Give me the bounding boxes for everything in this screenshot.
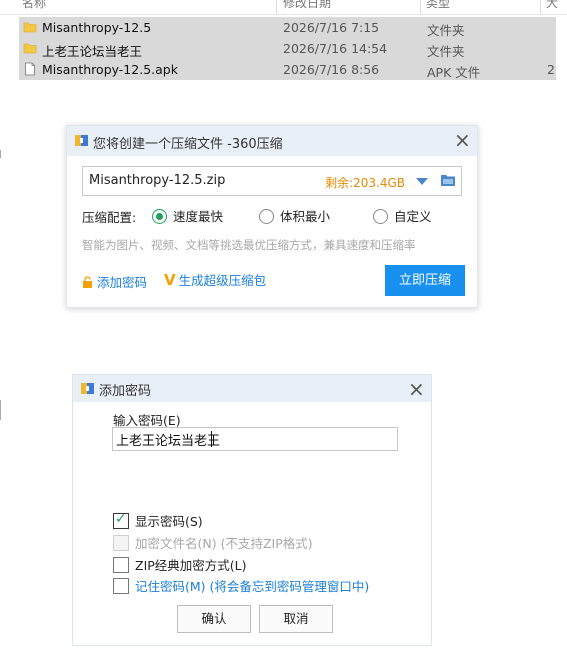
lock-icon — [83, 276, 92, 288]
checkbox-label: 记住密码(M) (将会备忘到密码管理窗口中) — [135, 579, 370, 594]
add-password-link[interactable]: 添加密码 — [82, 272, 147, 291]
compress-app-icon — [81, 383, 94, 394]
folder-icon — [23, 22, 37, 33]
column-divider[interactable] — [540, 0, 541, 14]
compress-config-label: 压缩配置: — [82, 210, 137, 225]
window-edge — [0, 400, 1, 420]
cancel-button[interactable]: 取消 — [259, 605, 333, 633]
dialog-titlebar[interactable]: 您将创建一个压缩文件 -360压缩 × — [67, 126, 477, 156]
file-date: 2026/7/16 7:15 — [283, 20, 380, 35]
radio-custom[interactable]: 自定义 — [373, 206, 432, 225]
encrypt-filename-checkbox[interactable]: 加密文件名(N) (不支持ZIP格式) — [113, 533, 313, 552]
filename-field[interactable]: Misanthropy-12.5.zip 剩余:203.4GB — [82, 166, 462, 196]
file-size: 2 — [547, 62, 555, 77]
column-divider[interactable] — [420, 0, 421, 14]
filename-value: Misanthropy-12.5.zip — [89, 173, 226, 188]
browse-folder-icon[interactable] — [440, 173, 456, 187]
remember-password-checkbox[interactable]: 记住密码(M) (将会备忘到密码管理窗口中) — [113, 576, 369, 595]
check-icon: ✓ — [115, 511, 127, 527]
compress-dialog: 您将创建一个压缩文件 -360压缩 × Misanthropy-12.5.zip… — [66, 125, 478, 308]
password-value: 上老王论坛当老王 — [116, 434, 221, 449]
checkbox[interactable] — [113, 578, 129, 594]
checkbox-label: ZIP经典加密方式(L) — [135, 558, 247, 573]
file-date: 2026/7/16 14:54 — [283, 41, 388, 56]
file-name: 上老王论坛当老王 — [42, 44, 143, 59]
checkbox[interactable] — [113, 535, 129, 551]
file-row[interactable]: 上老王论坛当老王 2026/7/16 14:54 文件夹 — [19, 38, 556, 59]
checkbox[interactable] — [113, 557, 129, 573]
vip-icon: V — [164, 271, 176, 289]
dialog-title: 您将创建一个压缩文件 -360压缩 — [93, 137, 283, 152]
file-type: APK 文件 — [427, 65, 481, 80]
radio-label: 体积最小 — [280, 209, 331, 224]
super-compress-link[interactable]: V 生成超级压缩包 — [164, 270, 266, 289]
file-row[interactable]: Misanthropy-12.5.apk 2026/7/16 8:56 APK … — [19, 59, 556, 80]
compress-now-button[interactable]: 立即压缩 — [385, 265, 465, 296]
file-name: Misanthropy-12.5.apk — [42, 62, 178, 77]
column-date[interactable]: 修改日期 — [283, 0, 331, 11]
close-icon[interactable]: × — [454, 130, 471, 150]
file-type: 文件夹 — [427, 23, 465, 38]
checkbox-label: 加密文件名(N) (不支持ZIP格式) — [135, 536, 313, 551]
column-size[interactable]: 大 — [546, 0, 558, 11]
add-password-dialog: 添加密码 × 输入密码(E) 上老王论坛当老王 ✓ 显示密码(S) 加密文件名(N… — [72, 374, 432, 646]
file-type: 文件夹 — [427, 44, 465, 59]
file-list-header: 名称 修改日期 类型 大 — [0, 0, 567, 15]
show-password-checkbox[interactable]: ✓ 显示密码(S) — [113, 511, 203, 530]
file-name: Misanthropy-12.5 — [42, 20, 152, 35]
compress-app-icon — [75, 135, 88, 146]
dialog-title: 添加密码 — [99, 384, 152, 399]
dialog-titlebar[interactable]: 添加密码 × — [73, 375, 431, 402]
zip-classic-encryption-checkbox[interactable]: ZIP经典加密方式(L) — [113, 555, 247, 574]
column-type[interactable]: 类型 — [426, 0, 450, 11]
radio-label: 速度最快 — [173, 209, 224, 224]
file-icon — [25, 62, 35, 76]
free-space-label: 剩余:203.4GB — [325, 176, 405, 190]
super-compress-label: 生成超级压缩包 — [178, 273, 267, 288]
folder-icon — [23, 43, 37, 54]
radio-button[interactable] — [259, 209, 274, 224]
column-name[interactable]: 名称 — [22, 0, 46, 11]
window-edge — [0, 150, 1, 158]
radio-smallest[interactable]: 体积最小 — [259, 206, 330, 225]
radio-button[interactable] — [152, 209, 167, 224]
checkbox-label: 显示密码(S) — [135, 514, 203, 529]
checkbox[interactable]: ✓ — [113, 511, 129, 529]
confirm-button[interactable]: 确认 — [177, 605, 251, 633]
compress-hint: 智能为图片、视频、文档等挑选最优压缩方式，兼具速度和压缩率 — [82, 238, 416, 252]
radio-fastest[interactable]: 速度最快 — [152, 206, 223, 225]
text-caret — [211, 431, 212, 447]
add-password-label: 添加密码 — [97, 275, 148, 290]
file-row[interactable]: Misanthropy-12.5 2026/7/16 7:15 文件夹 — [19, 17, 556, 38]
password-input[interactable]: 上老王论坛当老王 — [112, 427, 398, 451]
chevron-down-icon[interactable] — [416, 178, 428, 185]
radio-button[interactable] — [373, 209, 388, 224]
file-date: 2026/7/16 8:56 — [283, 62, 380, 77]
radio-label: 自定义 — [394, 209, 432, 224]
close-icon[interactable]: × — [408, 379, 425, 399]
column-divider[interactable] — [276, 0, 277, 14]
